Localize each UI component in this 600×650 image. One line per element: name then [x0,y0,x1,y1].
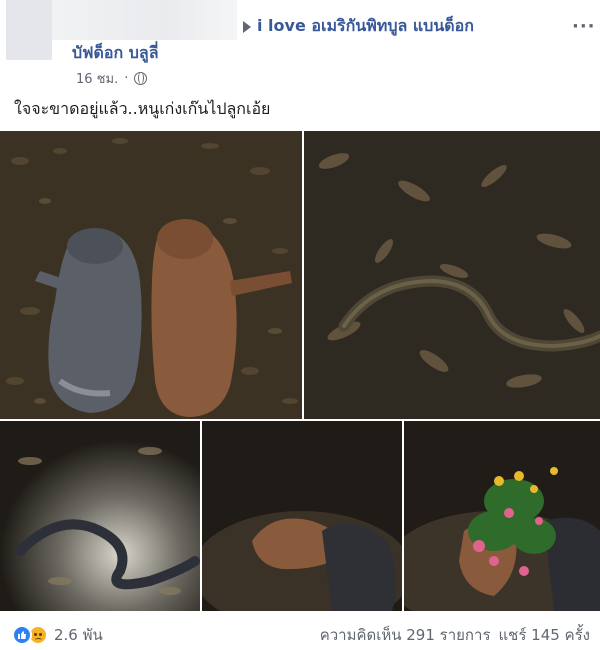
globe-icon[interactable] [134,72,148,85]
photo-grave-flowers[interactable] [404,421,600,611]
post-meta: 16 ชม. · [76,68,148,89]
share-count[interactable]: แชร์ 145 ครั้ง [499,623,591,647]
post-footer: 2.6 พัน ความคิดเห็น 291 รายการ แชร์ 145 … [0,613,600,650]
photo-two-dogs[interactable] [0,131,302,419]
post-text: ใจจะขาดอยู่แล้ว..หนูเก่งเก๊นไปลูกเอ้ย [14,99,271,118]
post-stats: ความคิดเห็น 291 รายการ แชร์ 145 ครั้ง [320,623,590,647]
group-link[interactable]: i love อเมริกันพิทบูล แบนด็อก [243,14,474,39]
author-name[interactable]: บัฟด็อก บลูลี่ [72,41,159,66]
blurred-region [52,0,237,40]
facebook-post: i love อเมริกันพิทบูล แบนด็อก ··· บัฟด็อ… [0,0,600,650]
more-icon[interactable]: ··· [572,16,596,37]
caret-right-icon [243,20,251,33]
photo-snake[interactable] [304,131,600,419]
post-time[interactable]: 16 ชม. [76,68,118,89]
like-icon [12,625,32,645]
avatar[interactable] [6,0,52,60]
reactions[interactable]: 2.6 พัน [12,623,103,647]
group-name[interactable]: i love อเมริกันพิทบูล แบนด็อก [257,14,474,39]
reaction-count[interactable]: 2.6 พัน [54,623,103,647]
dot-separator: · [124,71,129,86]
photo-snake-light[interactable] [0,421,200,611]
comment-count[interactable]: ความคิดเห็น 291 รายการ [320,623,491,647]
photo-burial[interactable] [202,421,402,611]
